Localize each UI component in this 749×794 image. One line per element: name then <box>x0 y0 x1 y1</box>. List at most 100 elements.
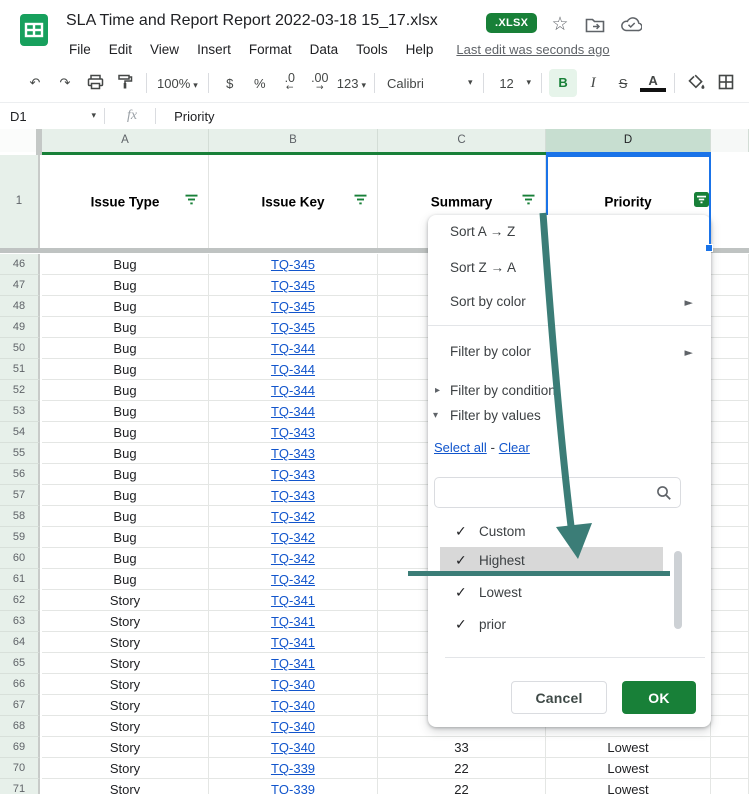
cancel-button[interactable]: Cancel <box>511 681 607 714</box>
cell-issue-key[interactable]: TQ-345 <box>209 296 378 317</box>
row-header-59[interactable]: 59 <box>0 527 40 548</box>
cell-issue-key[interactable]: TQ-342 <box>209 527 378 548</box>
cell-issue-key[interactable]: TQ-345 <box>209 317 378 338</box>
select-all-link[interactable]: Select all <box>434 440 487 455</box>
row-header-70[interactable]: 70 <box>0 758 40 779</box>
cell-issue-key[interactable]: TQ-344 <box>209 338 378 359</box>
filter-search-box[interactable] <box>434 477 681 508</box>
issue-key-link[interactable]: TQ-344 <box>271 383 315 398</box>
row-header-68[interactable]: 68 <box>0 716 40 737</box>
cell-issue-type[interactable]: Story <box>42 737 209 758</box>
cell-priority[interactable]: Lowest <box>546 758 711 779</box>
cell-issue-key[interactable]: TQ-341 <box>209 632 378 653</box>
expand-down-icon[interactable]: ▾ <box>433 410 438 421</box>
row-header-47[interactable]: 47 <box>0 275 40 296</box>
menu-item-sort-by-color[interactable]: Sort by color <box>450 294 526 309</box>
issue-key-link[interactable]: TQ-342 <box>271 572 315 587</box>
cell-issue-type[interactable]: Bug <box>42 422 209 443</box>
fill-color-button[interactable] <box>682 72 710 95</box>
issue-key-link[interactable]: TQ-344 <box>271 362 315 377</box>
issue-key-link[interactable]: TQ-344 <box>271 341 315 356</box>
filter-value-custom[interactable]: ✓Custom <box>428 518 688 546</box>
cell-priority[interactable]: Lowest <box>546 779 711 794</box>
row-header-71[interactable]: 71 <box>0 779 40 794</box>
row-header-50[interactable]: 50 <box>0 338 40 359</box>
cell-issue-type[interactable]: Bug <box>42 527 209 548</box>
cell-issue-type[interactable]: Story <box>42 632 209 653</box>
row-header-48[interactable]: 48 <box>0 296 40 317</box>
cell-issue-type[interactable]: Story <box>42 716 209 737</box>
cell-issue-key[interactable]: TQ-343 <box>209 485 378 506</box>
menu-insert[interactable]: Insert <box>188 39 240 60</box>
issue-key-link[interactable]: TQ-344 <box>271 404 315 419</box>
row-header-66[interactable]: 66 <box>0 674 40 695</box>
borders-button[interactable] <box>712 72 740 95</box>
cell-issue-key[interactable]: TQ-341 <box>209 590 378 611</box>
cell-issue-type[interactable]: Bug <box>42 401 209 422</box>
format-percent-button[interactable]: % <box>246 74 274 93</box>
issue-key-link[interactable]: TQ-343 <box>271 488 315 503</box>
menu-file[interactable]: File <box>60 39 100 60</box>
text-color-button[interactable]: A <box>639 72 667 94</box>
menu-view[interactable]: View <box>141 39 188 60</box>
column-header-d[interactable]: D <box>546 129 711 152</box>
cell-issue-type[interactable]: Bug <box>42 548 209 569</box>
filter-icon[interactable] <box>353 192 368 212</box>
issue-key-link[interactable]: TQ-340 <box>271 698 315 713</box>
cell-issue-key[interactable]: TQ-342 <box>209 548 378 569</box>
issue-key-link[interactable]: TQ-341 <box>271 593 315 608</box>
header-cell-issue-key[interactable]: Issue Key <box>209 155 378 248</box>
cell-issue-type[interactable]: Story <box>42 590 209 611</box>
issue-key-link[interactable]: TQ-345 <box>271 320 315 335</box>
row-header-1[interactable]: 1 <box>0 155 40 248</box>
menu-tools[interactable]: Tools <box>347 39 397 60</box>
chevron-down-icon[interactable]: ▾ <box>527 78 532 88</box>
last-edit-status[interactable]: Last edit was seconds ago <box>456 42 609 57</box>
cell-summary[interactable]: 22 <box>378 779 546 794</box>
menu-data[interactable]: Data <box>301 39 348 60</box>
sheets-logo-icon[interactable] <box>16 12 52 48</box>
cell-issue-type[interactable]: Bug <box>42 359 209 380</box>
issue-key-link[interactable]: TQ-345 <box>271 278 315 293</box>
select-all-corner[interactable] <box>0 129 36 152</box>
cell-issue-key[interactable]: TQ-340 <box>209 674 378 695</box>
filter-value-highest[interactable]: ✓Highest <box>440 547 663 575</box>
name-box[interactable]: D1 ▾ <box>0 109 96 124</box>
italic-button[interactable]: I <box>579 73 607 94</box>
fill-handle[interactable] <box>705 244 713 252</box>
column-header-a[interactable]: A <box>42 129 209 152</box>
row-header-56[interactable]: 56 <box>0 464 40 485</box>
cell-issue-key[interactable]: TQ-345 <box>209 254 378 275</box>
cell-priority[interactable]: Lowest <box>546 737 711 758</box>
ok-button[interactable]: OK <box>622 681 696 714</box>
cloud-saved-icon[interactable] <box>620 16 642 32</box>
row-header-63[interactable]: 63 <box>0 611 40 632</box>
column-header-e[interactable] <box>711 129 749 152</box>
cell-issue-type[interactable]: Story <box>42 758 209 779</box>
issue-key-link[interactable]: TQ-343 <box>271 467 315 482</box>
row-header-52[interactable]: 52 <box>0 380 40 401</box>
cell-issue-type[interactable]: Bug <box>42 296 209 317</box>
issue-key-link[interactable]: TQ-340 <box>271 740 315 755</box>
cell-issue-key[interactable]: TQ-344 <box>209 380 378 401</box>
menu-edit[interactable]: Edit <box>100 39 141 60</box>
cell-issue-type[interactable]: Story <box>42 779 209 794</box>
filter-value-lowest[interactable]: ✓Lowest <box>428 579 688 607</box>
cell-issue-key[interactable]: TQ-342 <box>209 569 378 590</box>
menu-item-sort-za[interactable]: Sort Z → A <box>450 260 516 275</box>
cell-issue-key[interactable]: TQ-341 <box>209 653 378 674</box>
cell-summary[interactable]: 33 <box>378 737 546 758</box>
row-header-65[interactable]: 65 <box>0 653 40 674</box>
cell-issue-type[interactable]: Story <box>42 611 209 632</box>
cell-summary[interactable]: 22 <box>378 758 546 779</box>
move-to-folder-icon[interactable] <box>585 16 605 33</box>
cell-issue-key[interactable]: TQ-343 <box>209 443 378 464</box>
cell-issue-type[interactable]: Bug <box>42 569 209 590</box>
issue-key-link[interactable]: TQ-342 <box>271 530 315 545</box>
cell-issue-type[interactable]: Bug <box>42 506 209 527</box>
cell-issue-key[interactable]: TQ-340 <box>209 716 378 737</box>
undo-button[interactable]: ↶ <box>21 74 49 93</box>
issue-key-link[interactable]: TQ-341 <box>271 614 315 629</box>
cell-issue-key[interactable]: TQ-343 <box>209 464 378 485</box>
font-size-select[interactable]: 12 <box>490 76 524 91</box>
